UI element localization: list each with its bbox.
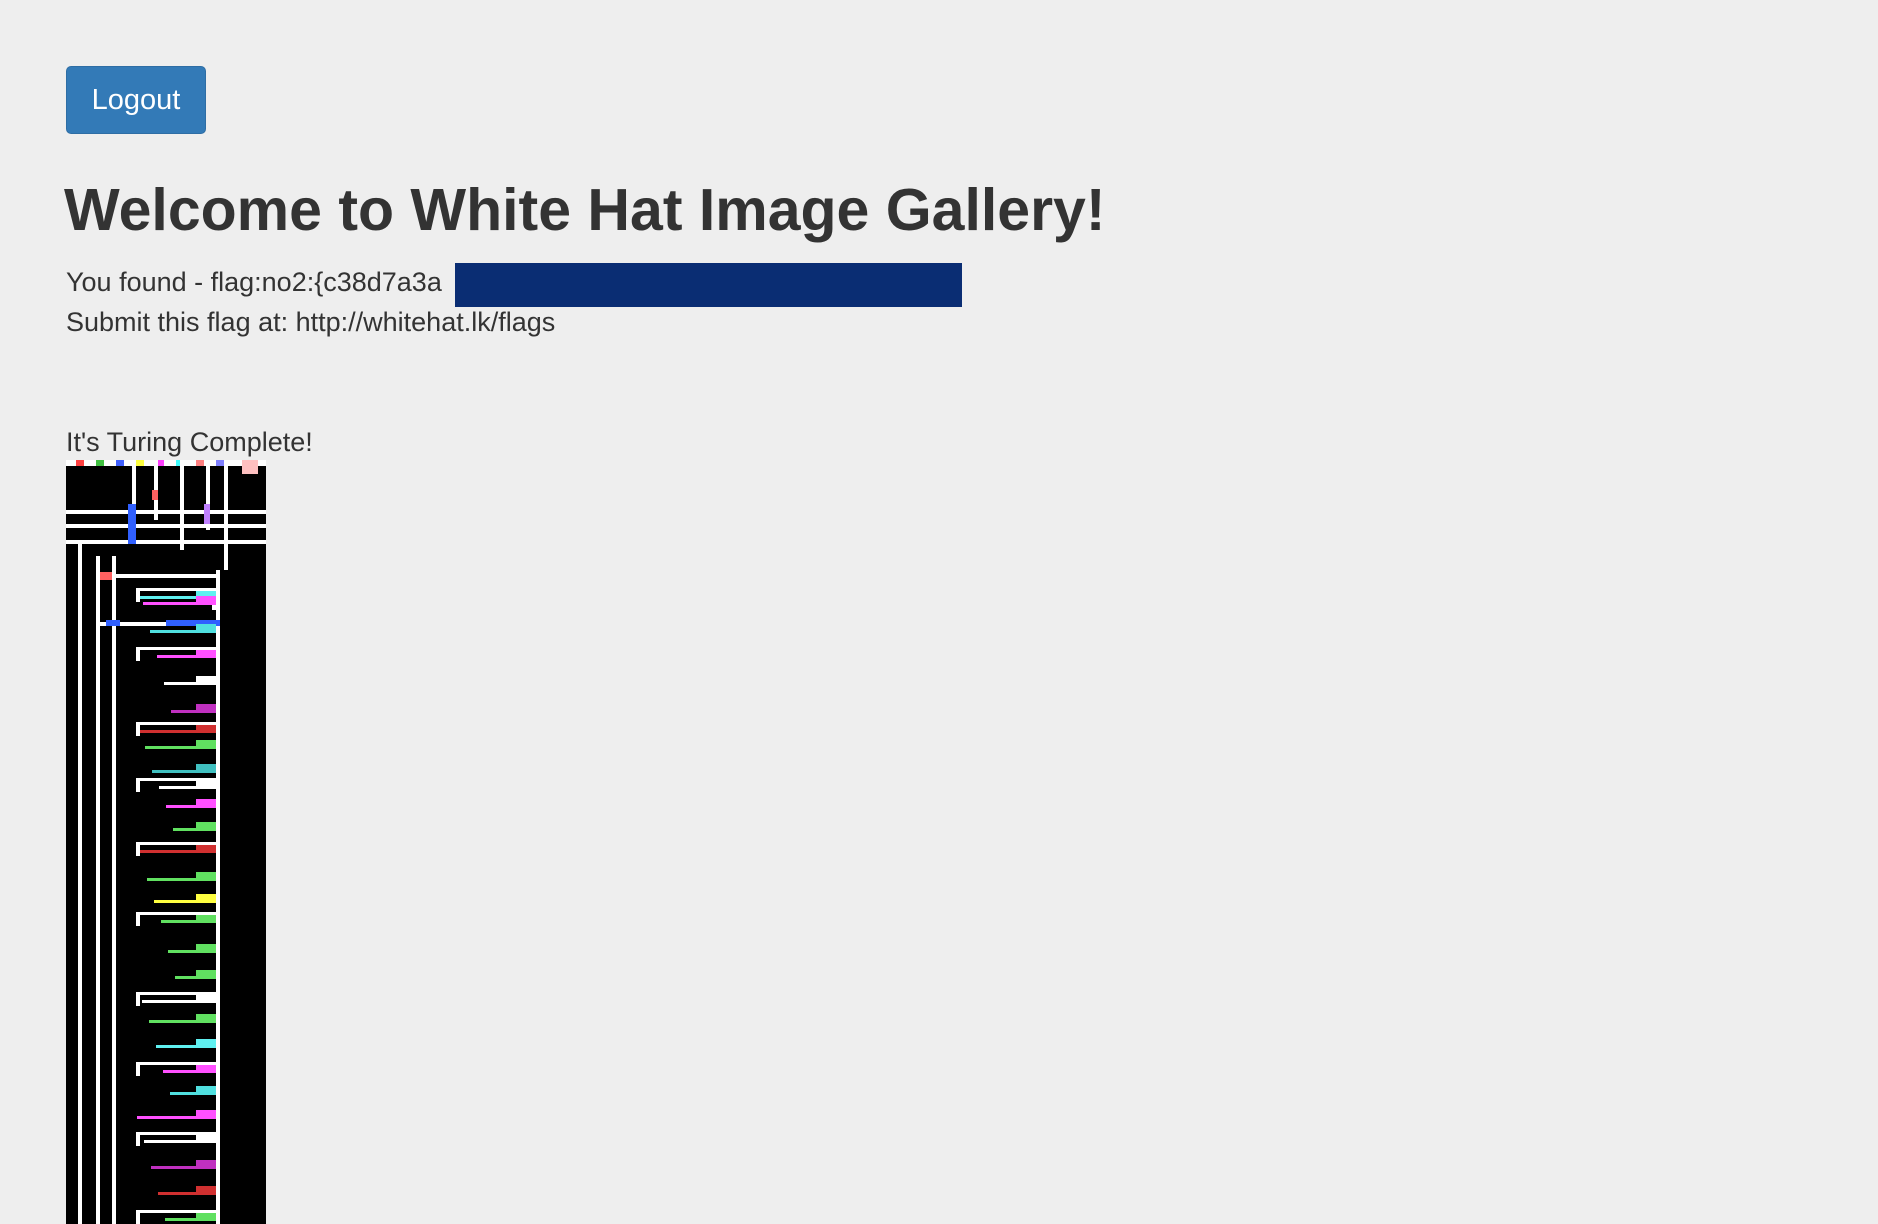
logout-button[interactable]: Logout [66, 66, 206, 134]
piet-program-image [66, 460, 266, 1224]
submit-instructions: Submit this flag at: http://whitehat.lk/… [66, 307, 556, 337]
image-caption: It's Turing Complete! [66, 427, 313, 457]
page: Logout Welcome to White Hat Image Galler… [0, 0, 1878, 1224]
program-graphic [66, 460, 266, 1224]
flag-text: You found - flag:no2:{c38d7a3a [66, 267, 442, 297]
page-title: Welcome to White Hat Image Gallery! [64, 177, 1106, 243]
redaction-box [455, 263, 962, 307]
